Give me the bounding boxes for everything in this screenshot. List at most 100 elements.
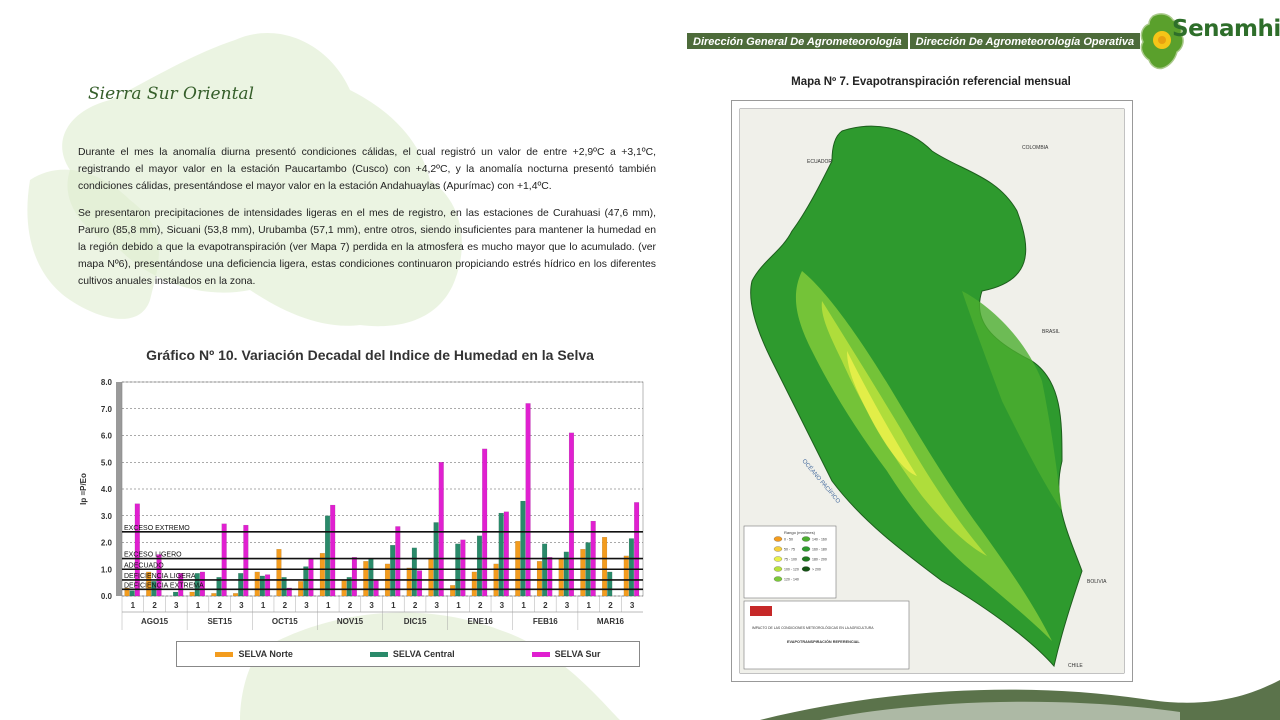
evapotranspiration-map: ECUADOR COLOMBIA BRASIL BOLIVIA CHILE OC…: [731, 100, 1133, 682]
x-tick-month: MAR16: [597, 617, 625, 626]
bar-1-16: [476, 535, 483, 597]
x-tick-decade: 2: [217, 601, 222, 610]
x-tick-month: OCT15: [272, 617, 298, 626]
x-tick-decade: 3: [630, 601, 635, 610]
bar-0-16: [471, 571, 477, 597]
x-tick-decade: 2: [478, 601, 483, 610]
bar-2-16: [482, 448, 488, 597]
x-tick-decade: 1: [131, 601, 136, 610]
bar-2-13: [417, 570, 423, 597]
map-legend-title: Rango (mm/mes): [784, 530, 816, 535]
bar-2-11: [373, 579, 379, 597]
legend-swatch-norte: [215, 651, 234, 657]
bar-0-22: [602, 536, 608, 597]
x-tick-decade: 3: [500, 601, 505, 610]
threshold-label: DEFICIENCIA EXTREMA: [124, 582, 204, 589]
x-tick-month: SET15: [207, 617, 232, 626]
bar-0-20: [558, 558, 564, 597]
map-canvas: ECUADOR COLOMBIA BRASIL BOLIVIA CHILE OC…: [739, 108, 1125, 674]
map-legend-swatch: [801, 556, 811, 562]
bar-0-5: [232, 593, 239, 597]
bar-2-18: [525, 403, 531, 597]
x-tick-decade: 2: [413, 601, 418, 610]
threshold-label: DEFICIENCIA LIGERA: [124, 573, 196, 580]
x-tick-decade: 1: [391, 601, 396, 610]
bar-0-13: [406, 567, 412, 597]
x-tick-decade: 1: [261, 601, 266, 610]
bar-1-22: [607, 571, 613, 597]
x-tick-decade: 1: [326, 601, 331, 610]
y-tick-label: 7.0: [101, 405, 113, 414]
x-tick-decade: 3: [435, 601, 440, 610]
y-tick-label: 1.0: [101, 565, 113, 574]
nav-operative-direction[interactable]: Dirección De Agrometeorología Operativa: [908, 32, 1142, 50]
bar-2-8: [308, 558, 314, 597]
x-tick-decade: 2: [348, 601, 353, 610]
bar-1-17: [498, 512, 504, 597]
nav-general-direction[interactable]: Dirección General De Agrometeorología: [686, 32, 909, 50]
chart-wall: [116, 382, 122, 596]
map-legend-label: 50 - 75: [784, 548, 795, 552]
bar-0-14: [428, 558, 434, 597]
map-legend-swatch: [773, 576, 783, 582]
legend-swatch-central: [369, 651, 388, 657]
map-info-subtitle: EVAPOTRANSPIRACIÓN REFERENCIAL: [787, 639, 860, 644]
x-tick-decade: 3: [304, 601, 309, 610]
map-legend-label: > 200: [812, 568, 821, 572]
map-title: Mapa Nº 7. Evapotranspiración referencia…: [791, 76, 1071, 88]
map-info-title: IMPACTO DE LAS CONDICIONES METEOROLÓGICA…: [752, 625, 874, 630]
bar-1-23: [628, 538, 634, 597]
bar-2-20: [568, 432, 575, 597]
map-legend-label: 0 - 50: [784, 538, 793, 542]
bar-0-6: [254, 571, 260, 597]
x-tick-decade: 2: [283, 601, 288, 610]
y-tick-label: 8.0: [101, 378, 113, 387]
map-legend-swatch: [773, 546, 783, 552]
ministry-emblem: [750, 606, 772, 616]
chart-legend: SELVA Norte SELVA Central SELVA Sur: [176, 641, 640, 667]
bar-2-15: [460, 539, 466, 597]
x-tick-month: AGO15: [141, 617, 169, 626]
x-tick-decade: 1: [521, 601, 526, 610]
y-tick-label: 4.0: [101, 485, 113, 494]
map-legend-swatch: [773, 536, 783, 542]
x-tick-decade: 3: [239, 601, 244, 610]
map-legend-label: 120 - 140: [784, 578, 799, 582]
bar-1-18: [520, 500, 526, 597]
legend-swatch-sur: [531, 651, 550, 657]
y-tick-label: 3.0: [101, 512, 113, 521]
y-tick-label: 0.0: [101, 592, 113, 601]
x-tick-decade: 3: [369, 601, 374, 610]
chart-title: Gráfico Nº 10. Variación Decadal del Ind…: [146, 347, 594, 363]
humidity-index-chart: 0.0 1.0 2.0 3.0 4.0 5.0 6.0 7.0 8.0 Ip =P/Eo EXCES…: [79, 378, 644, 630]
x-tick-decade: 2: [543, 601, 548, 610]
bar-2-23: [634, 502, 640, 597]
label-bolivia: BOLIVIA: [1087, 579, 1107, 585]
bar-1-12: [390, 545, 396, 597]
bar-1-8: [303, 566, 309, 597]
label-ecuador: ECUADOR: [807, 159, 832, 165]
map-legend-label: 100 - 120: [784, 568, 799, 572]
label-brasil: BRASIL: [1042, 329, 1060, 335]
bar-1-5: [238, 573, 244, 597]
bar-2-6: [265, 574, 271, 597]
paragraph-precipitation: Se presentaron precipitaciones de intens…: [78, 208, 656, 287]
map-legend-label: 75 - 100: [784, 558, 797, 562]
bar-1-9: [324, 515, 331, 597]
x-tick-decade: 3: [565, 601, 570, 610]
x-tick-decade: 1: [587, 601, 592, 610]
legend-item-norte: SELVA Norte: [215, 649, 293, 659]
x-tick-decade: 1: [456, 601, 461, 610]
label-chile: CHILE: [1068, 663, 1083, 669]
threshold-label: ADECUADO: [124, 562, 164, 569]
legend-label-central: SELVA Central: [392, 649, 455, 659]
map-legend-label: 160 - 180: [812, 548, 827, 552]
threshold-label: EXCESO EXTREMO: [124, 525, 190, 532]
map-legend-label: 180 - 200: [812, 558, 827, 562]
map-legend-swatch: [801, 566, 811, 572]
bar-2-19: [547, 557, 553, 597]
bar-0-19: [536, 561, 542, 597]
x-tick-decade: 2: [608, 601, 613, 610]
map-legend-label: 140 - 160: [812, 538, 827, 542]
x-tick-decade: 3: [174, 601, 179, 610]
